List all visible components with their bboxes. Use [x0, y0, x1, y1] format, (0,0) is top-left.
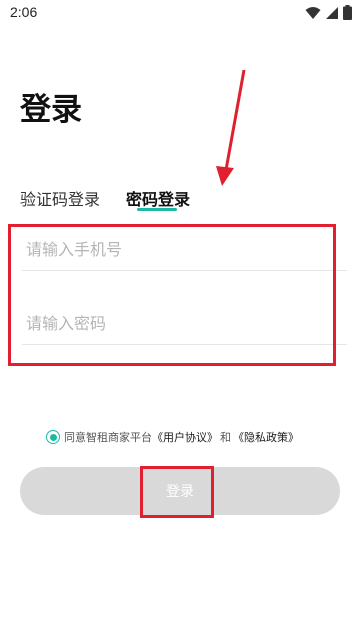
annotation-arrow-icon: [216, 69, 246, 186]
